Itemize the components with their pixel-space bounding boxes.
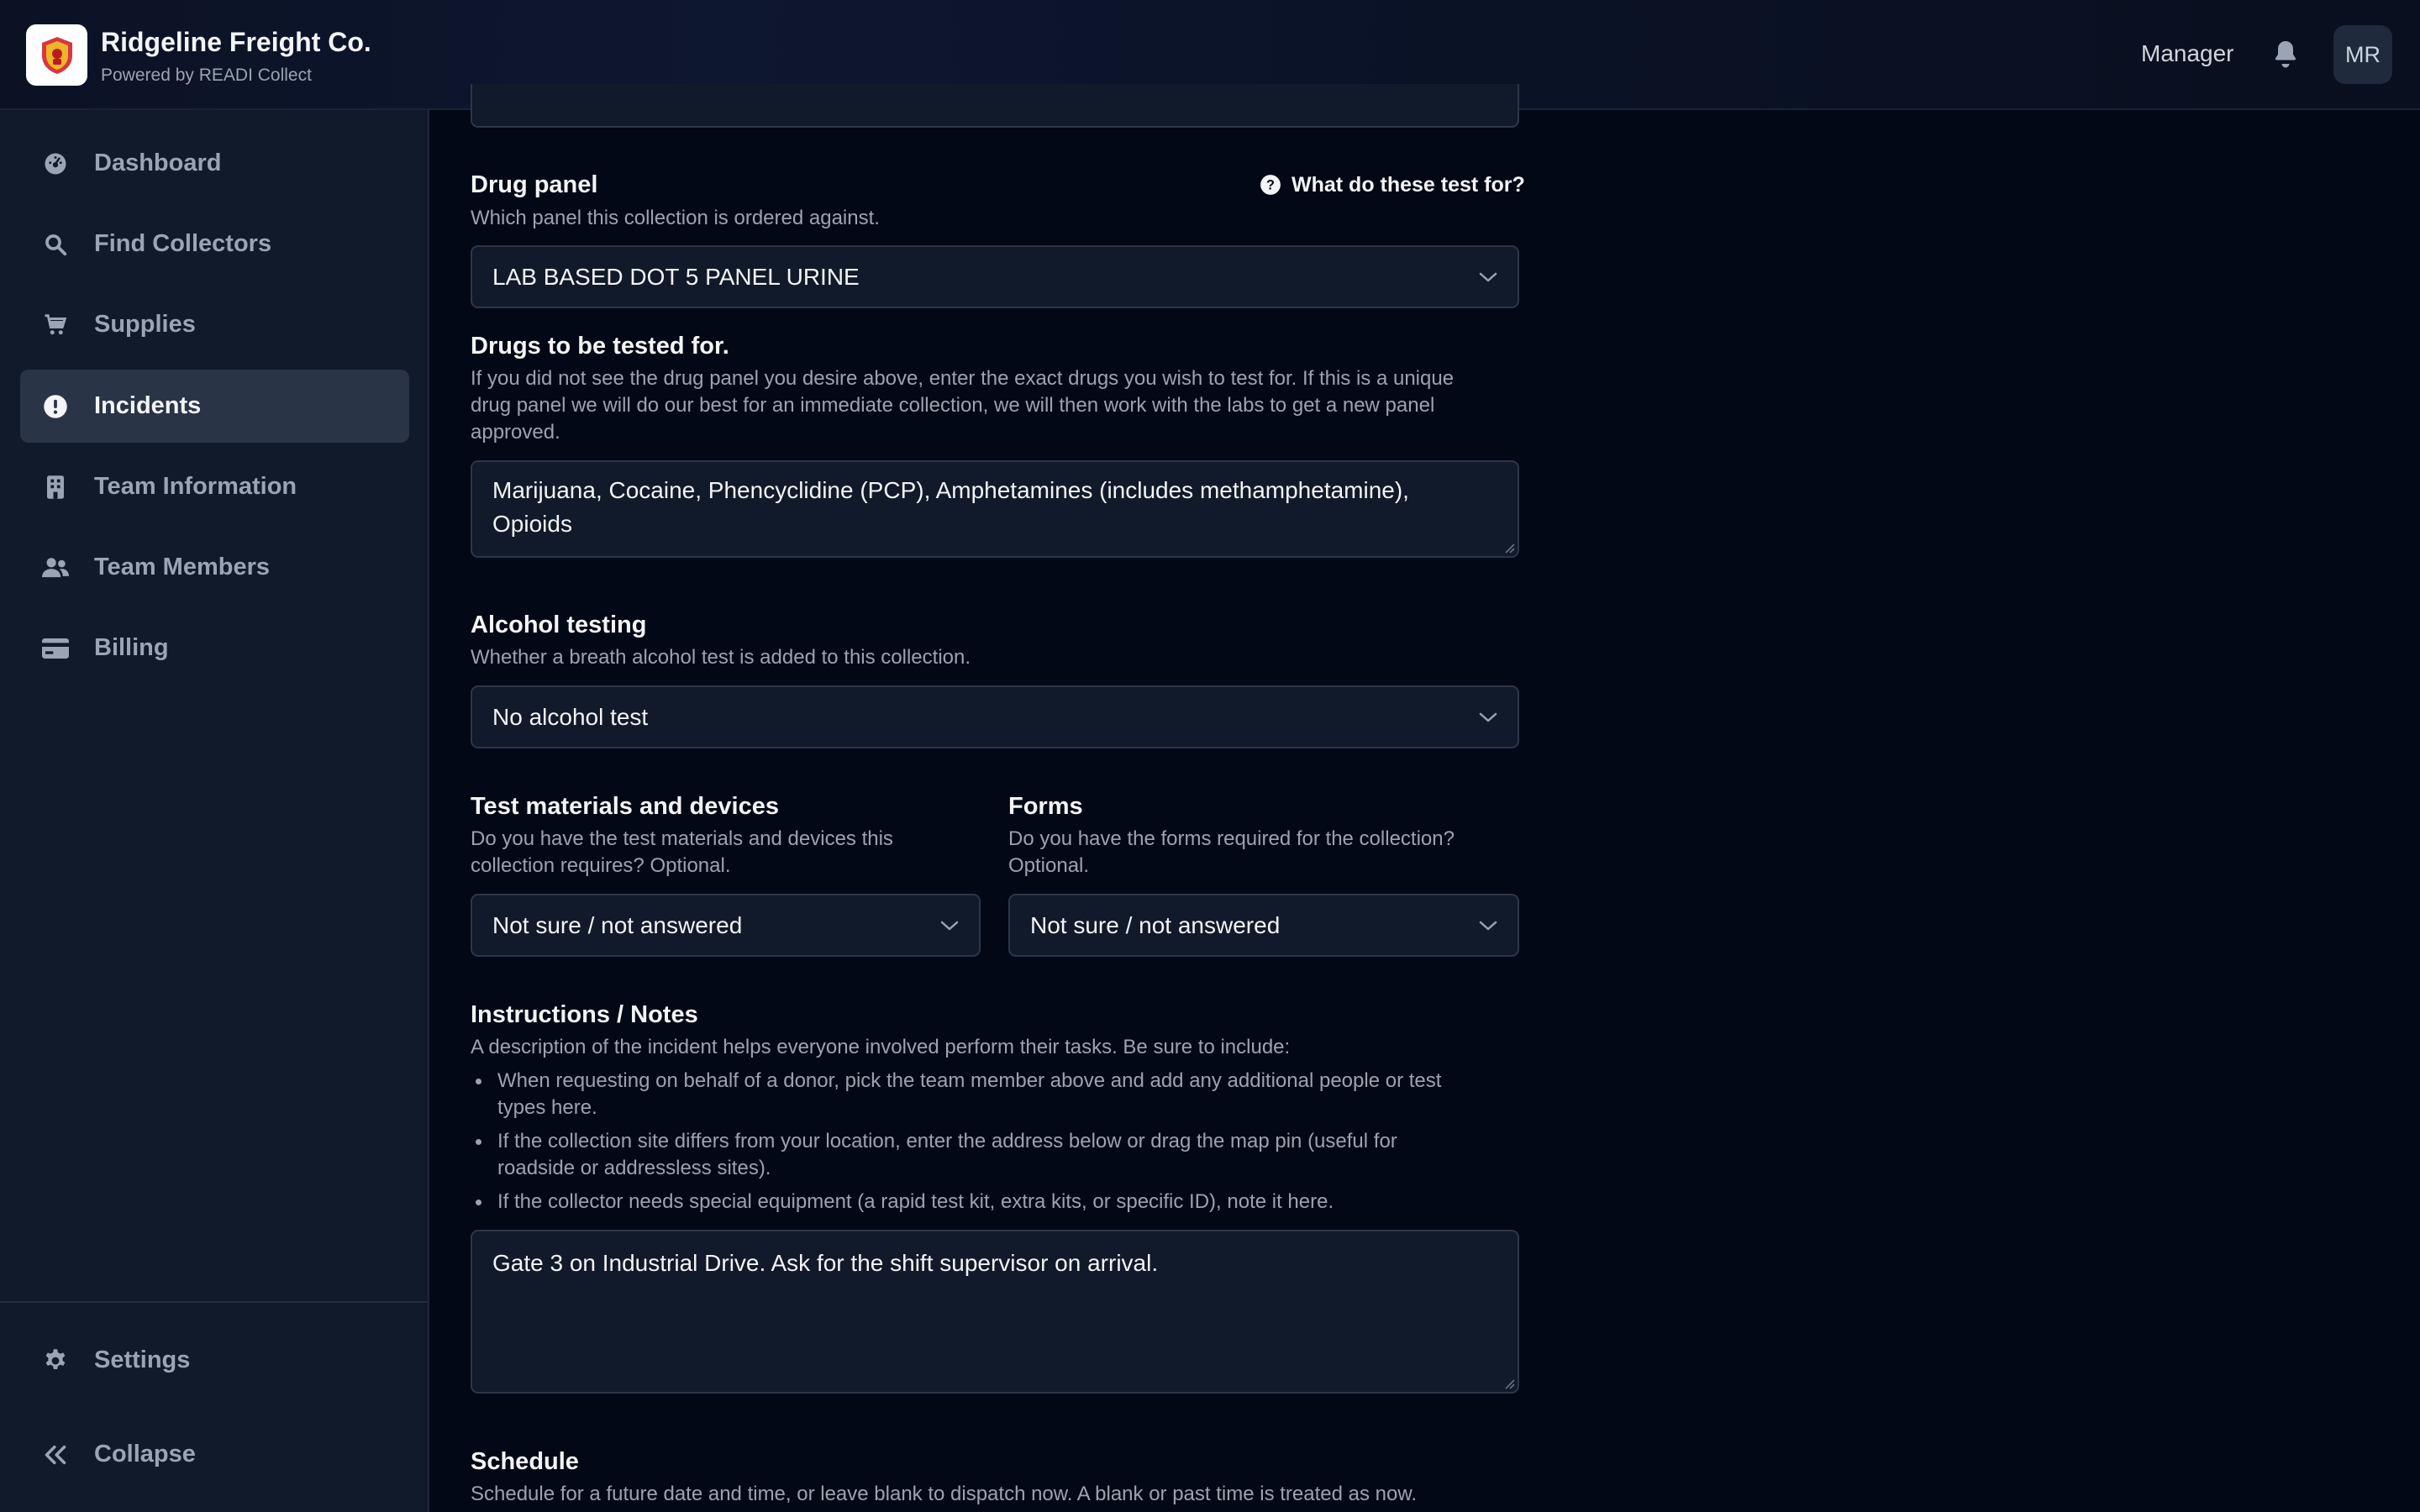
previous-field-edge — [471, 84, 1519, 128]
test-materials-value: Not sure / not answered — [492, 911, 743, 938]
users-icon — [42, 554, 69, 581]
building-icon — [42, 474, 69, 501]
sidebar-item-label: Team Information — [94, 473, 297, 500]
sidebar-item-find-collectors[interactable]: Find Collectors — [20, 207, 409, 281]
drug-panel-select[interactable]: LAB BASED DOT 5 PANEL URINE — [471, 245, 1519, 308]
brand-subtitle: Powered by READI Collect — [101, 66, 312, 85]
credit-card-icon — [42, 635, 69, 662]
notes-bullet: If the collection site differs from your… — [471, 1128, 1529, 1182]
sidebar-item-label: Collapse — [94, 1441, 196, 1467]
drugs-tested-help-line-1: If you did not see the drug panel you de… — [471, 367, 1455, 390]
sidebar: Dashboard Find Collectors Supplies Incid… — [0, 110, 429, 1512]
forms-select[interactable]: Not sure / not answered — [1008, 894, 1519, 957]
chevrons-left-icon — [42, 1441, 69, 1468]
alcohol-testing-select[interactable]: No alcohol test — [471, 685, 1519, 748]
svg-text:?: ? — [1266, 177, 1275, 192]
notes-value: Gate 3 on Industrial Drive. Ask for the … — [492, 1250, 1159, 1276]
drugs-tested-textarea[interactable]: Marijuana, Cocaine, Phencyclidine (PCP),… — [471, 460, 1519, 558]
sidebar-item-incidents[interactable]: Incidents — [20, 370, 409, 443]
notes-bullet-line: If the collector needs special equipment… — [497, 1190, 1334, 1213]
test-materials-label: Test materials and devices — [471, 793, 779, 820]
drug-panel-help: Which panel this collection is ordered a… — [471, 207, 880, 229]
alcohol-testing-value: No alcohol test — [492, 703, 649, 730]
alcohol-testing-label: Alcohol testing — [471, 612, 647, 638]
sidebar-divider — [0, 1301, 428, 1303]
notes-label: Instructions / Notes — [471, 1001, 698, 1028]
resize-handle-icon[interactable] — [1502, 1376, 1515, 1389]
sidebar-item-label: Settings — [94, 1347, 191, 1373]
forms-help-line-2: Optional. — [1008, 854, 1090, 877]
test-materials-help-line-2: collection requires? Optional. — [471, 854, 731, 877]
drugs-tested-label: Drugs to be tested for. — [471, 333, 729, 360]
forms-value: Not sure / not answered — [1030, 911, 1281, 938]
notifications-bell-icon[interactable] — [2270, 37, 2301, 71]
notes-bullet: When requesting on behalf of a donor, pi… — [471, 1068, 1529, 1121]
avatar[interactable]: MR — [2333, 25, 2392, 84]
alert-icon — [42, 393, 69, 420]
sidebar-item-settings[interactable]: Settings — [20, 1324, 409, 1397]
chevron-down-icon — [940, 921, 959, 930]
sidebar-item-team-members[interactable]: Team Members — [20, 531, 409, 604]
sidebar-item-label: Find Collectors — [94, 230, 272, 257]
notes-help: A description of the incident helps ever… — [471, 1036, 1291, 1058]
notes-bullet: If the collector needs special equipment… — [471, 1189, 1529, 1215]
sidebar-item-billing[interactable]: Billing — [20, 612, 409, 685]
drug-panel-label: Drug panel — [471, 171, 598, 198]
sidebar-item-label: Team Members — [94, 554, 270, 580]
forms-label: Forms — [1008, 793, 1083, 820]
sidebar-item-label: Supplies — [94, 311, 196, 338]
drugs-tested-help-line-3: approved. — [471, 421, 560, 444]
brand-name: Ridgeline Freight Co. — [101, 27, 371, 57]
notes-bullet-list: When requesting on behalf of a donor, pi… — [471, 1068, 1529, 1222]
test-materials-help-line-1: Do you have the test materials and devic… — [471, 827, 893, 850]
schedule-label: Schedule — [471, 1448, 579, 1475]
drugs-tested-help-line-2: drug panel we will do our best for an im… — [471, 394, 1435, 417]
shield-logo-icon — [41, 36, 72, 74]
dashboard-icon — [42, 150, 69, 177]
gear-icon — [42, 1347, 69, 1374]
chevron-down-icon — [1479, 272, 1497, 281]
schedule-help: Schedule for a future date and time, or … — [471, 1483, 1418, 1505]
sidebar-collapse-button[interactable]: Collapse — [20, 1418, 409, 1491]
help-link-label: What do these test for? — [1292, 172, 1525, 197]
chevron-down-icon — [1479, 921, 1497, 930]
question-icon: ? — [1260, 175, 1281, 195]
sidebar-item-team-information[interactable]: Team Information — [20, 450, 409, 523]
drug-panel-help-link[interactable]: ? What do these test for? — [1260, 171, 1525, 199]
alcohol-testing-help: Whether a breath alcohol test is added t… — [471, 646, 971, 669]
notes-bullet-line: If the collection site differs from your… — [497, 1130, 1397, 1152]
resize-handle-icon[interactable] — [1502, 540, 1515, 554]
test-materials-select[interactable]: Not sure / not answered — [471, 894, 981, 957]
brand-logo[interactable] — [26, 24, 87, 86]
sidebar-item-label: Billing — [94, 634, 169, 661]
chevron-down-icon — [1479, 712, 1497, 722]
cart-icon — [42, 312, 69, 339]
notes-bullet-line: When requesting on behalf of a donor, pi… — [497, 1069, 1442, 1092]
sidebar-item-label: Incidents — [94, 392, 202, 419]
search-icon — [42, 231, 69, 258]
sidebar-item-label: Dashboard — [94, 150, 222, 176]
notes-bullet-line: roadside or addressless sites). — [497, 1157, 771, 1179]
drugs-tested-value: Marijuana, Cocaine, Phencyclidine (PCP),… — [492, 477, 1409, 537]
role-switcher[interactable]: Manager — [2141, 40, 2234, 67]
notes-textarea[interactable]: Gate 3 on Industrial Drive. Ask for the … — [471, 1230, 1519, 1394]
forms-help-line-1: Do you have the forms required for the c… — [1008, 827, 1455, 850]
notes-bullet-line: types here. — [497, 1096, 597, 1119]
drug-panel-value: LAB BASED DOT 5 PANEL URINE — [492, 263, 860, 290]
sidebar-item-supplies[interactable]: Supplies — [20, 288, 409, 361]
sidebar-item-dashboard[interactable]: Dashboard — [20, 127, 409, 200]
